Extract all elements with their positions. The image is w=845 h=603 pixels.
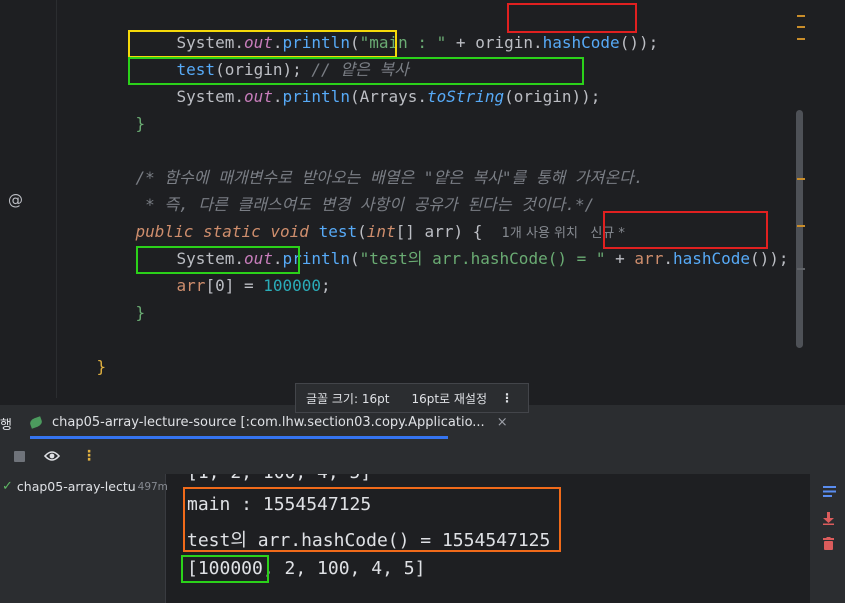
code-line[interactable]: arr[0] = 100000; <box>138 245 331 295</box>
code-token: ()); <box>750 249 789 268</box>
override-gutter-icon[interactable]: @ <box>8 191 23 209</box>
code-token: arr <box>634 249 664 268</box>
code-editor[interactable]: System.out.println("main : " + origin.ha… <box>0 0 845 398</box>
code-line[interactable]: public static void test(int[] arr) { 1개 … <box>97 191 625 241</box>
code-token: (Arrays. <box>349 87 428 106</box>
code-comment-line[interactable]: * 즉, 다른 클래스여도 변경 사항이 공유가 된다는 것이다.*/ <box>97 164 594 214</box>
code-number: 100000 <box>263 276 322 295</box>
run-tree-item[interactable]: ✓ chap05-array-lectu 497ms <box>2 479 173 494</box>
editor-scrollbar[interactable] <box>796 110 803 348</box>
code-token: out <box>243 87 273 106</box>
console-line: [100000, 2, 100, 4, 5] <box>187 558 426 579</box>
code-line[interactable]: } <box>97 83 146 133</box>
code-line[interactable]: System.out.println(Arrays.toString(origi… <box>138 56 601 106</box>
scroll-marker <box>797 178 805 180</box>
soft-wrap-icon[interactable] <box>823 486 836 501</box>
console-line: [1, 2, 100, 4, 5] <box>187 474 371 483</box>
code-line[interactable]: } <box>97 272 146 322</box>
code-token: . <box>663 249 673 268</box>
code-token: ( <box>349 249 360 268</box>
reset-font-size-link[interactable]: 16pt로 재설정 <box>411 390 487 407</box>
spring-leaf-icon <box>28 415 44 429</box>
code-line[interactable]: System.out.println("test의 arr.hashCode()… <box>138 218 789 268</box>
run-toolbar: ⋮ <box>0 439 845 474</box>
code-line[interactable]: System.out.println("main : " + origin.ha… <box>138 2 659 52</box>
code-token: ()); <box>619 33 659 52</box>
eye-icon[interactable] <box>43 450 61 466</box>
code-line[interactable]: test(origin); // 얕은 복사 <box>138 29 409 79</box>
console-side-toolbar <box>810 474 845 603</box>
run-tree-item-label: chap05-array-lectu <box>16 479 136 494</box>
console-output[interactable]: [1, 2, 100, 4, 5] main : 1554547125 test… <box>167 474 810 603</box>
scroll-marker <box>797 26 805 28</box>
scroll-to-end-icon[interactable] <box>823 512 834 529</box>
close-icon[interactable]: × <box>497 415 508 430</box>
code-token: + <box>605 249 635 268</box>
run-panel-label: 행 <box>0 418 12 433</box>
code-token: hashCode <box>542 33 620 52</box>
scroll-marker <box>797 38 805 40</box>
code-token: . <box>234 87 244 106</box>
scroll-marker <box>797 15 805 17</box>
trash-icon[interactable] <box>823 537 834 554</box>
code-token: "test의 arr.hashCode() = " <box>359 249 606 268</box>
closing-brace: } <box>135 303 146 322</box>
code-token: (origin)); <box>504 87 601 106</box>
console-line: test의 arr.hashCode() = 1554547125 <box>187 530 551 551</box>
success-check-icon: ✓ <box>2 479 13 494</box>
code-token: ; <box>321 276 331 295</box>
code-token: System <box>176 87 235 106</box>
font-size-popup: 글꼴 크기: 16pt 16pt로 재설정 ⋮ <box>295 383 529 413</box>
code-token: . <box>272 87 283 106</box>
code-token: toString <box>427 87 505 106</box>
stop-icon[interactable] <box>14 450 25 466</box>
more-options-icon[interactable]: ⋮ <box>501 391 513 405</box>
scroll-marker <box>797 225 805 227</box>
gutter-divider <box>56 0 57 398</box>
code-token: arr <box>176 276 206 295</box>
run-tree-panel: ✓ chap05-array-lectu 497ms <box>0 474 173 603</box>
code-token: hashCode <box>672 249 751 268</box>
font-size-label: 글꼴 크기: 16pt <box>306 391 390 406</box>
more-icon[interactable]: ⋮ <box>82 448 96 464</box>
code-token: println <box>282 87 350 106</box>
scroll-marker <box>797 268 805 270</box>
closing-brace: } <box>96 357 107 376</box>
code-token: [0] = <box>205 276 264 295</box>
code-comment-line[interactable]: /* 함수에 매개변수로 받아오는 배열은 "얕은 복사"를 통해 가져온다. <box>97 137 644 187</box>
code-token: + origin. <box>446 33 543 52</box>
code-line[interactable]: } <box>58 326 107 376</box>
run-tab-label: chap05-array-lecture-source [:com.lhw.se… <box>52 414 485 430</box>
console-line: main : 1554547125 <box>187 494 372 515</box>
closing-brace: } <box>135 114 146 133</box>
